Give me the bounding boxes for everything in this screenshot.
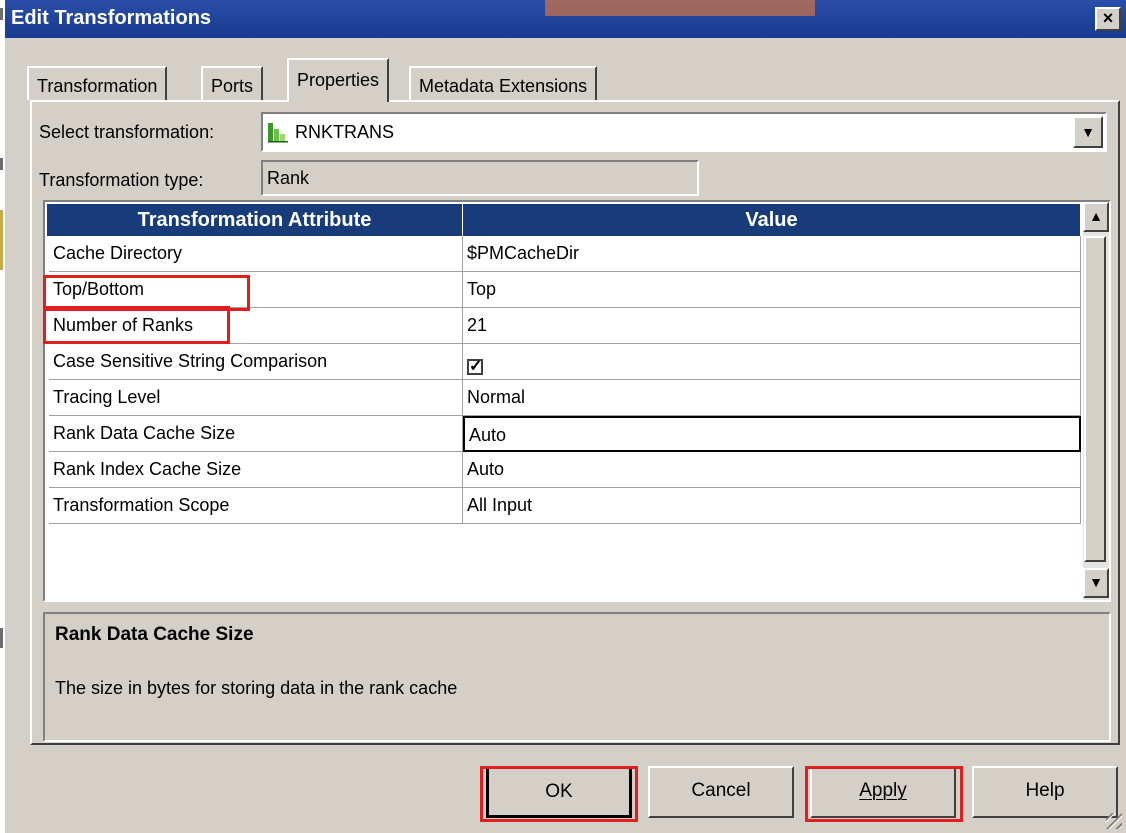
tab-label: Properties: [297, 70, 380, 90]
tab-ports[interactable]: Ports: [201, 66, 264, 100]
table-row[interactable]: Transformation Scope All Input: [49, 488, 1081, 524]
dialog-title: Edit Transformations: [11, 7, 212, 29]
tab-properties[interactable]: Properties: [287, 58, 390, 102]
description-panel: Rank Data Cache Size The size in bytes f…: [43, 612, 1111, 742]
attribute-cell: Rank Data Cache Size: [49, 416, 463, 452]
ok-button[interactable]: OK: [486, 766, 632, 818]
scroll-thumb[interactable]: [1084, 236, 1106, 562]
scroll-down-button[interactable]: ▼: [1083, 568, 1109, 598]
scroll-up-button[interactable]: ▲: [1083, 202, 1109, 232]
edit-transformations-dialog: Edit Transformations × Transformation Po…: [5, 0, 1126, 833]
table-row[interactable]: Rank Data Cache Size Auto: [49, 416, 1081, 452]
title-bar-accent: [545, 0, 815, 16]
attribute-cell: Number of Ranks: [49, 308, 463, 344]
chevron-down-icon: ▼: [1089, 574, 1103, 590]
table-row[interactable]: Number of Ranks 21: [49, 308, 1081, 344]
dropdown-button[interactable]: ▼: [1073, 116, 1103, 148]
column-header-value[interactable]: Value: [463, 204, 1081, 236]
resize-grip[interactable]: [1106, 813, 1122, 829]
value-cell[interactable]: Top: [463, 272, 1081, 308]
close-button[interactable]: ×: [1095, 7, 1121, 31]
transformation-type-value: Rank: [267, 168, 310, 188]
background-mark: [0, 8, 3, 20]
table-row[interactable]: Case Sensitive String Comparison ✓: [49, 344, 1081, 380]
table-row[interactable]: Cache Directory $PMCacheDir: [49, 236, 1081, 272]
background-mark: [0, 158, 3, 170]
chevron-up-icon: ▲: [1089, 208, 1103, 224]
column-header-attribute[interactable]: Transformation Attribute: [47, 204, 463, 236]
case-sensitive-checkbox[interactable]: ✓: [467, 359, 483, 375]
value-cell[interactable]: $PMCacheDir: [463, 236, 1081, 272]
select-transformation-dropdown[interactable]: RNKTRANS ▼: [261, 112, 1107, 152]
table-row[interactable]: Tracing Level Normal: [49, 380, 1081, 416]
properties-grid: Transformation Attribute Value Cache Dir…: [43, 200, 1111, 602]
select-transformation-label: Select transformation:: [39, 122, 215, 142]
attribute-cell: Top/Bottom: [49, 272, 463, 308]
background-mark: [0, 628, 3, 648]
transformation-type-label: Transformation type:: [39, 170, 204, 190]
apply-button[interactable]: Apply: [810, 766, 956, 818]
transformation-type-field: Rank: [261, 160, 699, 196]
cancel-button[interactable]: Cancel: [648, 766, 794, 818]
tab-label: Ports: [211, 76, 254, 96]
table-row[interactable]: Rank Index Cache Size Auto: [49, 452, 1081, 488]
value-cell[interactable]: Normal: [463, 380, 1081, 416]
apply-button-label: Apply: [859, 780, 907, 801]
vertical-scrollbar[interactable]: ▲ ▼: [1083, 202, 1109, 600]
value-cell[interactable]: Auto: [463, 416, 1081, 452]
rank-transformation-icon: [268, 123, 288, 143]
value-cell[interactable]: All Input: [463, 488, 1081, 524]
background-mark: [0, 210, 3, 270]
attribute-cell: Rank Index Cache Size: [49, 452, 463, 488]
tab-label: Transformation: [37, 76, 158, 96]
table-row[interactable]: Top/Bottom Top: [49, 272, 1081, 308]
chevron-down-icon: ▼: [1081, 124, 1095, 140]
value-cell[interactable]: ✓: [463, 344, 1081, 380]
title-bar: Edit Transformations ×: [5, 0, 1126, 38]
description-title: Rank Data Cache Size: [55, 624, 254, 645]
value-cell[interactable]: Auto: [463, 452, 1081, 488]
tab-label: Metadata Extensions: [419, 76, 588, 96]
attribute-cell: Tracing Level: [49, 380, 463, 416]
tab-transformation[interactable]: Transformation: [27, 66, 168, 100]
help-button[interactable]: Help: [972, 766, 1118, 818]
attribute-cell: Cache Directory: [49, 236, 463, 272]
value-cell[interactable]: 21: [463, 308, 1081, 344]
description-text: The size in bytes for storing data in th…: [55, 678, 458, 698]
tab-metadata-extensions[interactable]: Metadata Extensions: [409, 66, 598, 100]
selected-transformation-value: RNKTRANS: [295, 122, 395, 142]
close-icon: ×: [1102, 8, 1114, 28]
attribute-cell: Transformation Scope: [49, 488, 463, 524]
attribute-cell: Case Sensitive String Comparison: [49, 344, 463, 380]
